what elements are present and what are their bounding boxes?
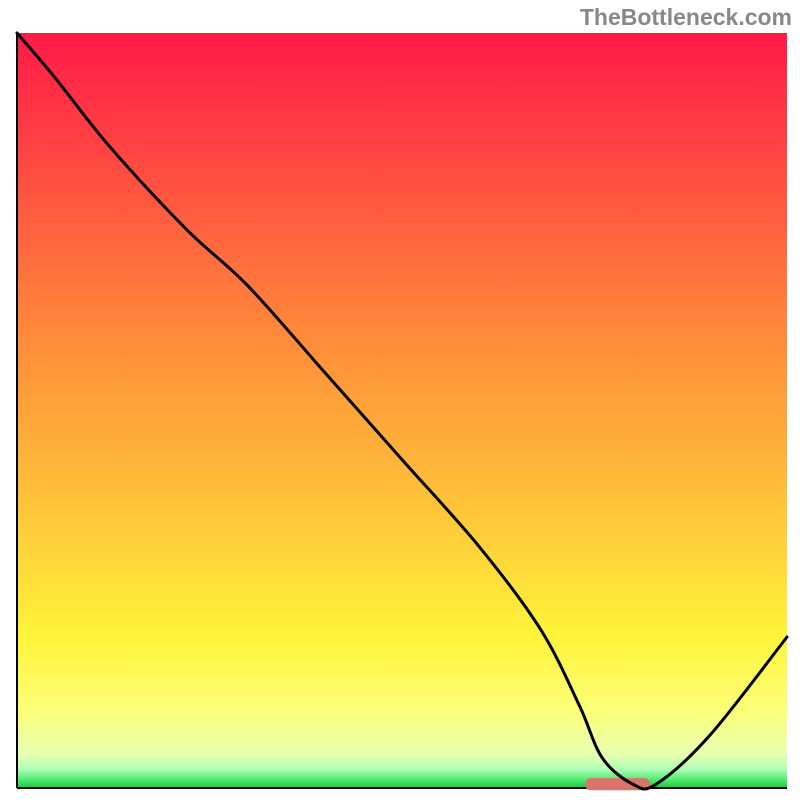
plot-background — [17, 33, 787, 788]
watermark-text: TheBottleneck.com — [580, 4, 792, 31]
chart-container: TheBottleneck.com — [0, 0, 800, 800]
bottleneck-chart — [0, 0, 800, 800]
